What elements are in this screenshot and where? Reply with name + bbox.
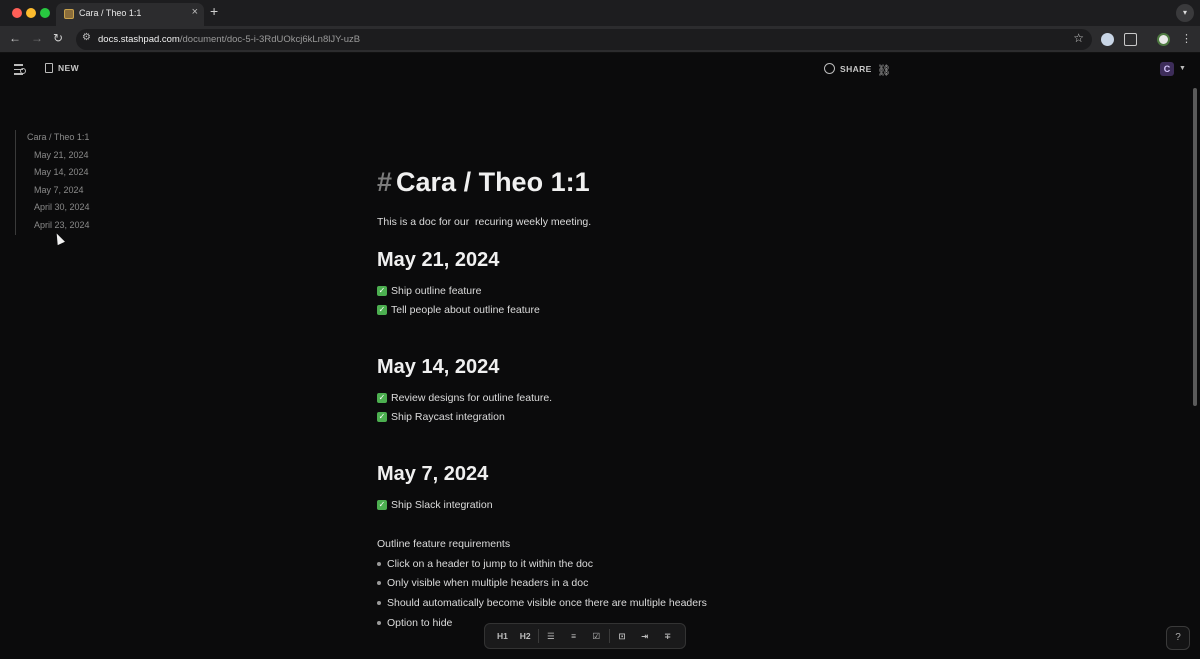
reload-icon[interactable]: ↻ xyxy=(53,31,63,45)
task-item[interactable]: ✓ Review designs for outline feature. xyxy=(377,392,552,404)
task-text: Ship Raycast integration xyxy=(391,411,505,423)
page-title-text: Cara / Theo 1:1 xyxy=(396,167,590,197)
strikethrough-icon[interactable]: ∓ xyxy=(656,626,679,646)
bullet-dot-icon xyxy=(377,581,381,585)
forward-arrow-icon[interactable]: → xyxy=(31,31,43,45)
list-item[interactable]: Only visible when multiple headers in a … xyxy=(377,577,588,589)
help-button[interactable]: ? xyxy=(1166,626,1190,650)
profile-avatar-icon[interactable] xyxy=(1157,33,1170,46)
address-bar[interactable]: ⚙ docs.stashpad.com/document/doc-5-i-3Rd… xyxy=(76,29,1092,50)
list-item-text: Only visible when multiple headers in a … xyxy=(387,577,589,589)
stashpad-favicon-icon xyxy=(64,9,74,19)
minimize-window-button[interactable] xyxy=(26,8,36,18)
list-item-text: Option to hide xyxy=(387,617,453,629)
outline-item[interactable]: May 7, 2024 xyxy=(27,183,90,201)
task-text: Ship Slack integration xyxy=(391,499,493,511)
outline-item[interactable]: May 21, 2024 xyxy=(27,148,90,166)
browser-nav-bar: ← → ↻ ⚙ docs.stashpad.com/document/doc-5… xyxy=(0,26,1200,53)
task-text: Tell people about outline feature xyxy=(391,304,540,316)
outline-item[interactable]: May 14, 2024 xyxy=(27,165,90,183)
document-outline: Cara / Theo 1:1 May 21, 2024 May 14, 202… xyxy=(15,130,90,235)
new-document-button[interactable]: NEW xyxy=(45,63,79,73)
browser-menu-icon[interactable]: ⋮ xyxy=(1181,32,1192,45)
checklist-icon[interactable]: ☑ xyxy=(585,626,608,646)
outline-item[interactable]: April 30, 2024 xyxy=(27,200,90,218)
back-arrow-icon[interactable]: ← xyxy=(9,31,21,45)
task-item[interactable]: ✓ Ship outline feature xyxy=(377,285,481,297)
user-avatar[interactable]: C xyxy=(1160,62,1174,76)
page-title[interactable]: # Cara / Theo 1:1 xyxy=(377,167,590,198)
bullet-dot-icon xyxy=(377,601,381,605)
browser-tab[interactable]: Cara / Theo 1:1 × xyxy=(56,3,204,26)
indent-icon[interactable]: ⇥ xyxy=(633,626,656,646)
checked-checkbox-icon[interactable]: ✓ xyxy=(377,305,387,315)
heading-hash: # xyxy=(377,167,393,197)
bookmark-star-icon[interactable]: ☆ xyxy=(1073,31,1084,45)
tab-title: Cara / Theo 1:1 xyxy=(79,8,142,18)
close-tab-icon[interactable]: × xyxy=(192,6,198,18)
list-item[interactable]: Should automatically become visible once… xyxy=(377,597,707,609)
list-item[interactable]: Option to hide xyxy=(377,617,452,629)
list-item-text: Click on a header to jump to it within t… xyxy=(387,558,594,570)
task-item[interactable]: ✓ Ship Raycast integration xyxy=(377,411,505,423)
bullet-dot-icon xyxy=(377,621,381,625)
browser-tab-bar: Cara / Theo 1:1 × + ▾ xyxy=(0,0,1200,26)
task-item[interactable]: ✓ Tell people about outline feature xyxy=(377,304,540,316)
task-text: Ship outline feature xyxy=(391,285,482,297)
new-document-icon xyxy=(45,63,53,73)
numbered-list-icon[interactable]: ≡ xyxy=(562,626,585,646)
site-settings-icon[interactable]: ⚙ xyxy=(82,32,91,43)
toolbar-divider xyxy=(537,629,539,643)
requirements-paragraph[interactable]: Outline feature requirements xyxy=(377,538,510,550)
bullet-dot-icon xyxy=(377,562,381,566)
list-item-text: Should automatically become visible once… xyxy=(387,597,707,609)
close-window-button[interactable] xyxy=(12,8,22,18)
checked-checkbox-icon[interactable]: ✓ xyxy=(377,500,387,510)
search-menu-icon[interactable] xyxy=(14,64,26,75)
copy-link-icon[interactable]: ⛓ xyxy=(877,64,891,77)
bullet-list-icon[interactable]: ☰ xyxy=(539,626,562,646)
new-tab-button[interactable]: + xyxy=(210,3,218,19)
globe-icon xyxy=(824,63,835,74)
section-heading[interactable]: May 7, 2024 xyxy=(377,463,488,486)
intro-paragraph[interactable]: This is a doc for our recuring weekly me… xyxy=(377,216,591,228)
section-heading[interactable]: May 14, 2024 xyxy=(377,356,499,379)
task-item[interactable]: ✓ Ship Slack integration xyxy=(377,499,493,511)
checked-checkbox-icon[interactable]: ✓ xyxy=(377,286,387,296)
list-item[interactable]: Click on a header to jump to it within t… xyxy=(377,558,593,570)
share-label: SHARE xyxy=(840,63,872,74)
share-button[interactable]: SHARE xyxy=(824,63,872,74)
scrollbar-thumb[interactable] xyxy=(1193,88,1197,406)
extensions-puzzle-icon[interactable] xyxy=(1124,33,1137,46)
tab-search-chevron-icon[interactable]: ▾ xyxy=(1176,4,1194,22)
maximize-window-button[interactable] xyxy=(40,8,50,18)
toolbar-divider xyxy=(608,629,610,643)
url-host: docs.stashpad.com xyxy=(98,34,180,45)
section-heading[interactable]: May 21, 2024 xyxy=(377,249,499,272)
heading-1-button[interactable]: H1 xyxy=(491,626,514,646)
url-path: /document/doc-5-i-3RdUOkcj6kLn8lJY-uzB xyxy=(179,34,361,45)
new-label: NEW xyxy=(58,63,80,73)
app-toolbar: NEW SHARE ⛓ C ▼ xyxy=(0,54,1200,86)
heading-2-button[interactable]: H2 xyxy=(514,626,537,646)
task-text: Review designs for outline feature. xyxy=(391,392,553,404)
code-block-icon[interactable]: ⊡ xyxy=(611,626,634,646)
formatting-toolbar: H1 H2 ☰ ≡ ☑ ⊡ ⇥ ∓ xyxy=(484,623,686,649)
url-text: docs.stashpad.com/document/doc-5-i-3RdUO… xyxy=(98,34,360,45)
chevron-down-icon[interactable]: ▼ xyxy=(1179,65,1186,72)
checked-checkbox-icon[interactable]: ✓ xyxy=(377,393,387,403)
checked-checkbox-icon[interactable]: ✓ xyxy=(377,412,387,422)
extension-icon[interactable] xyxy=(1101,33,1114,46)
outline-item-title[interactable]: Cara / Theo 1:1 xyxy=(27,130,90,148)
